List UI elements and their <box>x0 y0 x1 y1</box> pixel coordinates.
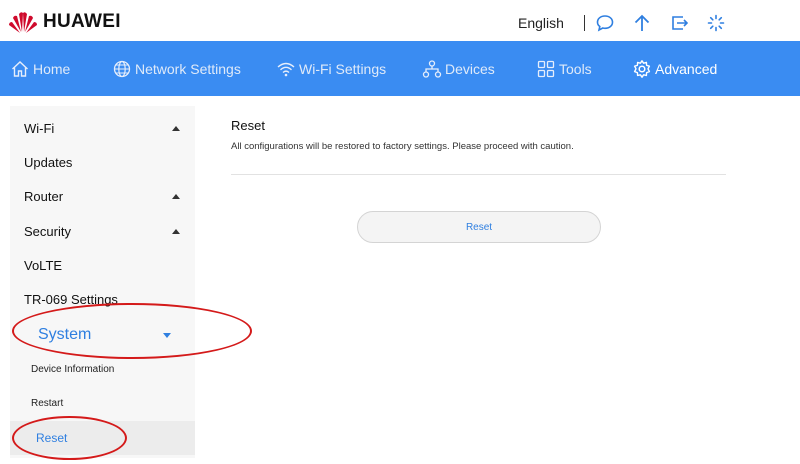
logout-icon[interactable] <box>670 14 688 32</box>
sidebar-item-label: System <box>38 326 92 343</box>
nav-wifi-settings[interactable]: Wi-Fi Settings <box>276 41 386 96</box>
brand-name: HUAWEI <box>43 11 121 32</box>
main-nav: Home Network Settings Wi-Fi Settings Dev… <box>0 41 800 96</box>
sidebar-item-security[interactable]: Security <box>10 214 195 248</box>
caret-down-icon <box>163 333 171 338</box>
chat-icon[interactable] <box>596 14 614 32</box>
sidebar-subitem-label: Reset <box>36 431 68 445</box>
nav-label: Home <box>33 60 71 77</box>
sidebar-subitem-reset[interactable]: Reset <box>10 421 195 455</box>
nav-home[interactable]: Home <box>10 41 70 96</box>
header-separator <box>583 15 585 31</box>
page-description: All configurations will be restored to f… <box>231 141 574 152</box>
nav-label: Tools <box>559 60 592 77</box>
reset-button[interactable]: Reset <box>357 211 601 243</box>
nav-tools[interactable]: Tools <box>536 41 592 96</box>
sidebar-subitem-device-information[interactable]: Device Information <box>10 352 195 386</box>
sidebar-item-router[interactable]: Router <box>10 179 195 213</box>
sidebar: Wi-Fi Updates Router Security VoLTE TR-0… <box>10 106 195 458</box>
top-header: HUAWEI English <box>0 0 800 41</box>
caret-up-icon <box>172 194 180 199</box>
reset-panel: Reset All configurations will be restore… <box>231 118 726 152</box>
sidebar-item-label: Security <box>24 223 71 239</box>
globe-icon <box>113 60 131 77</box>
tools-grid-icon <box>537 60 555 77</box>
language-selector[interactable]: English <box>518 15 564 31</box>
nav-label: Advanced <box>655 60 718 77</box>
upload-arrow-icon[interactable] <box>633 14 651 32</box>
sidebar-subitem-label: Device Information <box>31 363 115 375</box>
nav-advanced[interactable]: Advanced <box>632 41 717 96</box>
gear-icon <box>633 59 651 78</box>
huawei-logo[interactable]: HUAWEI <box>8 10 121 34</box>
sidebar-subitem-restart[interactable]: Restart <box>10 386 195 420</box>
sidebar-subitem-label: Restart <box>31 397 64 409</box>
sidebar-item-label: TR-069 Settings <box>24 291 118 307</box>
devices-icon <box>422 59 442 78</box>
page-title: Reset <box>231 118 265 133</box>
home-icon <box>12 60 28 77</box>
sidebar-item-tr069-settings[interactable]: TR-069 Settings <box>10 282 195 316</box>
caret-up-icon <box>172 126 180 131</box>
sidebar-item-system[interactable]: System <box>10 318 195 352</box>
wifi-icon <box>277 62 295 76</box>
sidebar-item-wifi[interactable]: Wi-Fi <box>10 111 195 145</box>
sidebar-item-label: Router <box>24 188 64 204</box>
loading-spinner-icon <box>707 14 725 32</box>
sidebar-item-label: Updates <box>24 154 73 170</box>
header-tools: English <box>518 14 744 32</box>
sidebar-item-updates[interactable]: Updates <box>10 145 195 179</box>
content-divider <box>231 174 726 175</box>
huawei-petals-icon <box>9 12 37 33</box>
nav-network-settings[interactable]: Network Settings <box>112 41 241 96</box>
nav-devices[interactable]: Devices <box>422 41 495 96</box>
nav-label: Wi-Fi Settings <box>299 60 387 77</box>
nav-label: Network Settings <box>135 60 241 77</box>
nav-label: Devices <box>445 60 495 77</box>
sidebar-item-label: VoLTE <box>24 257 63 273</box>
caret-up-icon <box>172 229 180 234</box>
sidebar-item-label: Wi-Fi <box>24 120 55 136</box>
sidebar-item-volte[interactable]: VoLTE <box>10 248 195 282</box>
